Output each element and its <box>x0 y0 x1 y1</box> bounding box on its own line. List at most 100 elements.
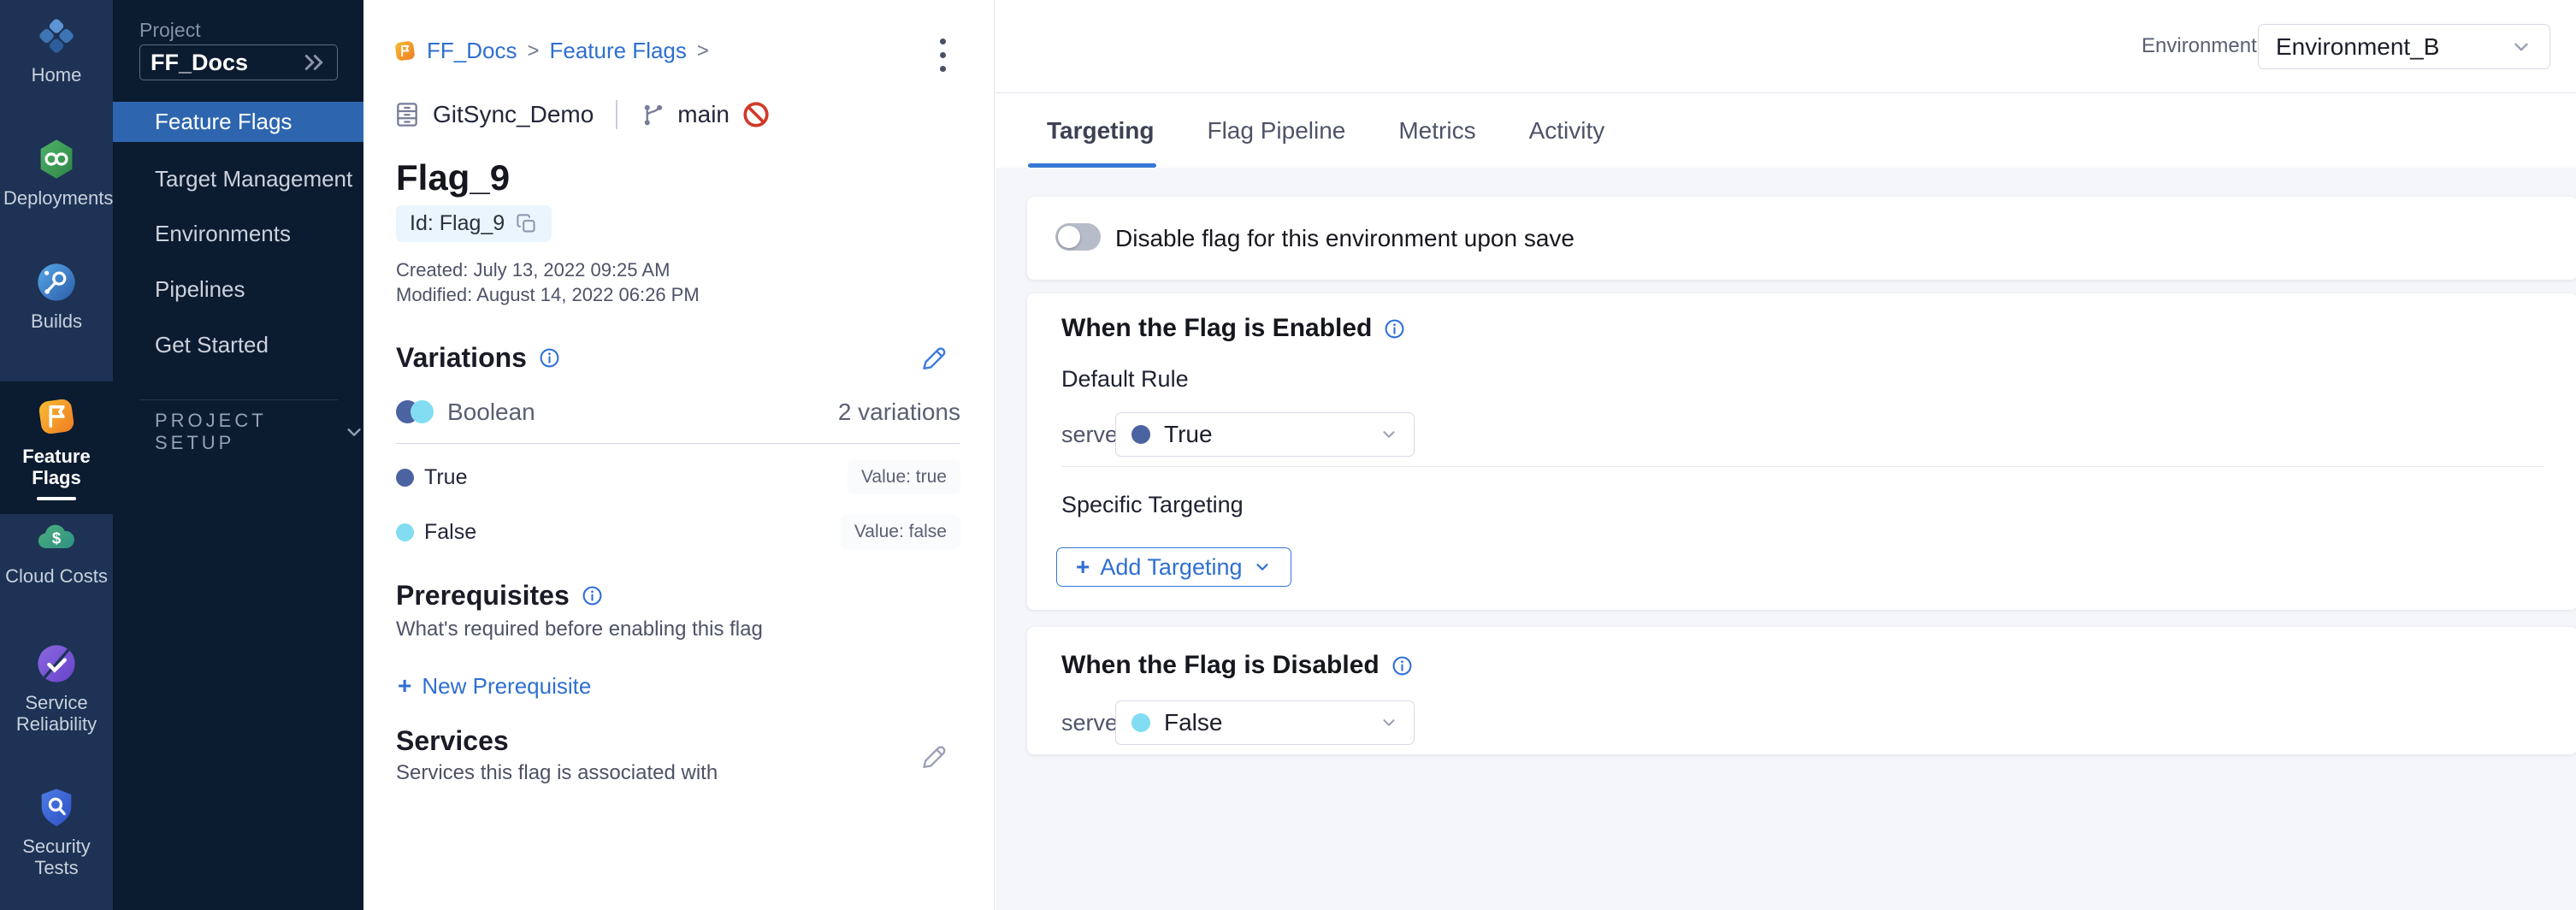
rail-item-label: Security Tests <box>3 836 109 879</box>
sidebar-item-label: Target Management <box>155 166 352 192</box>
flag-enabled-header: When the Flag is Enabled <box>1061 314 1405 343</box>
divider <box>616 100 617 129</box>
variation-row-false: False Value: false <box>396 517 960 547</box>
sidebar-item-get-started[interactable]: Get Started <box>113 325 363 364</box>
info-icon[interactable] <box>539 347 560 369</box>
rail-item-label: Service Reliability <box>3 692 109 736</box>
flag-id-text: Id: Flag_9 <box>410 211 505 236</box>
sidebar-divider <box>139 399 338 400</box>
divider <box>1061 466 2544 467</box>
flag-tabs: Targeting Flag Pipeline Metrics Activity <box>996 93 2576 168</box>
flag-detail-column: FF_Docs > Feature Flags > GitSync_Demo m… <box>363 0 995 910</box>
rail-item-security-tests[interactable]: Security Tests <box>0 785 113 879</box>
project-setup-label: PROJECT SETUP <box>155 410 312 454</box>
variation-false-dot <box>396 523 414 541</box>
sidebar-item-feature-flags[interactable]: Feature Flags <box>113 102 363 142</box>
serve-label: serve <box>1061 422 1115 448</box>
breadcrumb-separator: > <box>527 39 539 63</box>
sidebar-item-label: Environments <box>155 221 291 247</box>
tab-targeting[interactable]: Targeting <box>1047 117 1154 145</box>
sidebar-item-target-management[interactable]: Target Management <box>113 159 363 198</box>
rail-item-home[interactable]: Home <box>0 14 113 86</box>
flag-options-menu-button[interactable] <box>930 34 955 75</box>
copy-icon[interactable] <box>515 212 538 235</box>
flag-enabled-title: When the Flag is Enabled <box>1061 314 1372 343</box>
info-icon[interactable] <box>582 585 603 606</box>
serve-value: False <box>1164 709 1366 736</box>
breadcrumb-project-link[interactable]: FF_Docs <box>427 38 517 64</box>
sidebar-item-pipelines[interactable]: Pipelines <box>113 269 363 309</box>
environment-value: Environment_B <box>2276 33 2510 61</box>
project-name: FF_Docs <box>151 50 301 76</box>
security-tests-icon <box>34 785 79 830</box>
disable-flag-toggle[interactable] <box>1055 223 1101 251</box>
git-sync-disabled-ban-icon <box>741 100 771 129</box>
git-repo-icon <box>393 101 421 128</box>
tab-activity[interactable]: Activity <box>1529 117 1605 145</box>
info-icon[interactable] <box>1384 318 1405 340</box>
sidebar-item-label: Pipelines <box>155 276 245 303</box>
flag-created-text: Created: July 13, 2022 09:25 AM <box>396 259 670 281</box>
variation-false-dot <box>1131 713 1150 732</box>
services-subtitle: Services this flag is associated with <box>396 761 718 785</box>
serve-variation-select-enabled[interactable]: True <box>1115 412 1415 457</box>
rail-item-cloud-costs[interactable]: $ Cloud Costs <box>0 515 113 587</box>
flag-modified-text: Modified: August 14, 2022 06:26 PM <box>396 284 700 306</box>
git-branch-name: main <box>677 101 730 128</box>
tab-flag-pipeline[interactable]: Flag Pipeline <box>1207 117 1345 145</box>
project-setup-section-toggle[interactable]: PROJECT SETUP <box>155 419 363 445</box>
variation-name: True <box>424 465 848 490</box>
add-targeting-button[interactable]: + Add Targeting <box>1056 547 1291 587</box>
flag-disabled-header: When the Flag is Disabled <box>1061 651 1413 680</box>
variations-title: Variations <box>396 342 527 374</box>
cloud-costs-icon: $ <box>34 515 79 559</box>
svg-text:$: $ <box>52 529 61 547</box>
rail-item-label: Feature Flags <box>3 446 109 489</box>
variation-row-true: True Value: true <box>396 462 960 493</box>
prerequisites-subtitle: What's required before enabling this fla… <box>396 618 763 641</box>
disabled-serve-row: serve False <box>1061 700 1415 745</box>
new-prerequisite-button[interactable]: + New Prerequisite <box>398 672 591 700</box>
variation-value-badge: Value: false <box>841 515 960 549</box>
project-selector[interactable]: FF_Docs <box>139 44 338 80</box>
breadcrumb-section-link[interactable]: Feature Flags <box>549 38 686 64</box>
serve-value: True <box>1164 421 1366 448</box>
variation-count: 2 variations <box>838 399 960 426</box>
git-branch-icon <box>640 102 665 127</box>
sidebar-item-environments[interactable]: Environments <box>113 214 363 253</box>
disable-flag-label: Disable flag for this environment upon s… <box>1115 197 1575 280</box>
tab-metrics[interactable]: Metrics <box>1398 117 1475 145</box>
services-header: Services <box>396 725 509 757</box>
feature-flags-icon <box>33 393 80 440</box>
flag-enabled-card: When the Flag is Enabled Default Rule se… <box>1027 293 2576 610</box>
specific-targeting-label: Specific Targeting <box>1061 492 1244 518</box>
edit-variations-pencil-icon[interactable] <box>918 342 947 371</box>
default-rule-label: Default Rule <box>1061 366 1189 393</box>
flag-id-pill: Id: Flag_9 <box>396 205 552 242</box>
flag-disabled-title: When the Flag is Disabled <box>1061 651 1380 680</box>
environment-label: Environment <box>2142 34 2257 58</box>
sidebar-item-label: Get Started <box>155 332 269 358</box>
plus-icon: + <box>1076 553 1090 581</box>
rail-item-deployments[interactable]: Deployments <box>0 137 113 209</box>
environment-select[interactable]: Environment_B <box>2258 24 2550 69</box>
chevron-down-icon <box>1380 713 1398 732</box>
git-sync-row: GitSync_Demo main <box>393 98 771 132</box>
serve-variation-select-disabled[interactable]: False <box>1115 700 1415 745</box>
new-prerequisite-label: New Prerequisite <box>422 673 591 700</box>
double-chevron-right-icon <box>301 50 327 75</box>
rail-item-feature-flags[interactable]: Feature Flags <box>0 381 113 514</box>
rail-item-builds[interactable]: Builds <box>0 260 113 332</box>
disable-flag-card: Disable flag for this environment upon s… <box>1027 197 2576 280</box>
add-targeting-label: Add Targeting <box>1100 554 1242 581</box>
harness-flag-icon <box>393 39 417 62</box>
rail-active-underline <box>37 497 76 500</box>
edit-services-pencil-icon[interactable] <box>918 741 947 770</box>
flag-disabled-card: When the Flag is Disabled serve False <box>1027 627 2576 754</box>
variation-name: False <box>424 520 841 545</box>
project-label: Project <box>139 19 201 42</box>
info-icon[interactable] <box>1391 655 1413 677</box>
plus-icon: + <box>398 672 411 700</box>
rail-item-service-reliability[interactable]: Service Reliability <box>0 641 113 736</box>
variation-value-badge: Value: true <box>848 460 960 494</box>
